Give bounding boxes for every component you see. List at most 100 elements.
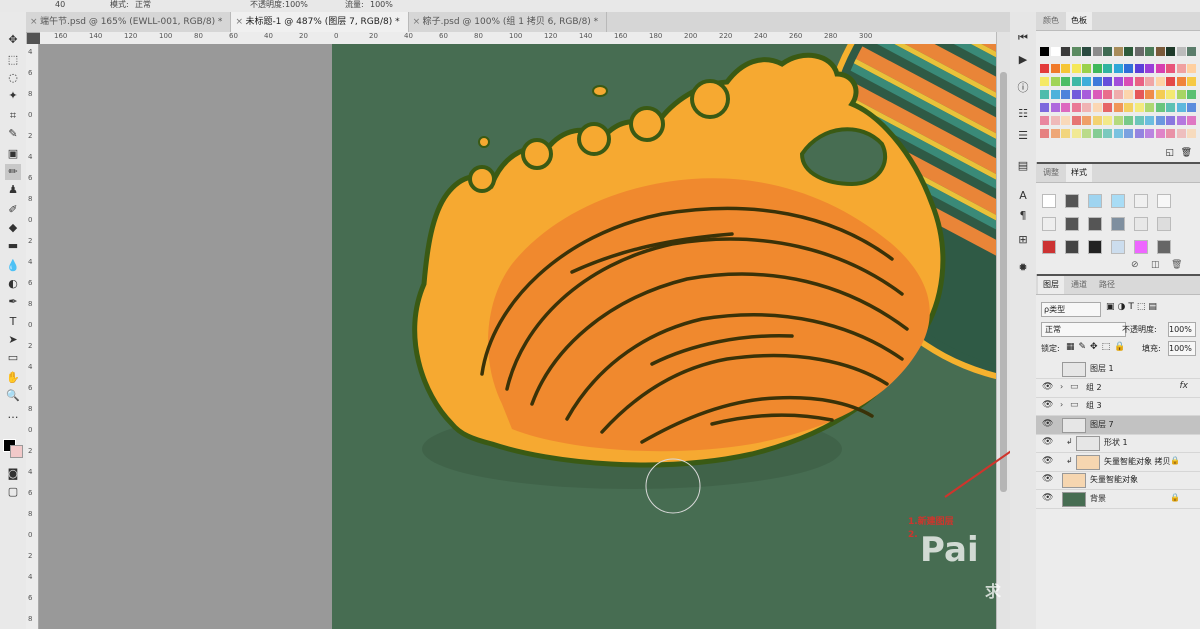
color-swatch[interactable]: [1145, 64, 1154, 73]
color-swatch[interactable]: [1113, 116, 1123, 125]
color-swatch[interactable]: [1176, 90, 1186, 99]
color-swatch[interactable]: [1071, 77, 1081, 86]
stamp-tool-icon[interactable]: ♟: [5, 182, 21, 198]
color-swatch[interactable]: [1124, 77, 1133, 86]
paragraph-icon[interactable]: ¶: [1015, 208, 1031, 224]
style-preset[interactable]: [1065, 217, 1079, 231]
color-swatch[interactable]: [1103, 129, 1112, 138]
style-preset[interactable]: [1065, 194, 1079, 208]
color-swatch[interactable]: [1082, 129, 1091, 138]
color-swatch[interactable]: [1061, 129, 1070, 138]
style-preset[interactable]: [1042, 194, 1056, 208]
color-swatch[interactable]: [1166, 116, 1175, 125]
style-preset[interactable]: [1134, 217, 1148, 231]
color-swatch[interactable]: [1187, 129, 1196, 138]
color-swatch[interactable]: [1155, 129, 1165, 138]
color-swatch[interactable]: [1113, 129, 1123, 138]
tab-swatches[interactable]: 色板: [1066, 12, 1092, 30]
color-swatch[interactable]: [1155, 90, 1165, 99]
color-swatch[interactable]: [1113, 47, 1123, 56]
color-swatch[interactable]: [1082, 47, 1091, 56]
adjust-sliders-icon[interactable]: ☰: [1015, 128, 1031, 144]
history-brush-icon[interactable]: ✐: [5, 202, 21, 218]
properties-icon[interactable]: ☷: [1015, 106, 1031, 122]
rectangle-tool-icon[interactable]: ▭: [5, 350, 21, 366]
color-swatch[interactable]: [1124, 64, 1133, 73]
color-swatch[interactable]: [1050, 103, 1060, 112]
color-swatch[interactable]: [1145, 90, 1154, 99]
delete-swatch-icon[interactable]: 🗑: [1181, 148, 1192, 158]
opacity-value[interactable]: 100%: [285, 0, 308, 10]
color-swatch[interactable]: [1176, 77, 1186, 86]
style-preset[interactable]: [1157, 217, 1171, 231]
fill-value[interactable]: 100%: [1168, 341, 1196, 356]
color-swatch[interactable]: [1113, 90, 1123, 99]
visibility-eye-icon[interactable]: 👁: [1042, 419, 1053, 429]
color-swatch[interactable]: [1187, 103, 1196, 112]
color-swatch[interactable]: [1103, 77, 1112, 86]
delete-style-icon[interactable]: 🗑: [1171, 260, 1182, 270]
style-preset[interactable]: [1042, 240, 1056, 254]
color-swatch[interactable]: [1134, 47, 1144, 56]
color-swatch[interactable]: [1050, 64, 1060, 73]
layer-row[interactable]: 图层 1: [1036, 360, 1200, 379]
layer-filter-icons[interactable]: ▣◑T⬚▤: [1106, 302, 1160, 312]
color-swatch[interactable]: [1176, 47, 1186, 56]
quick-mask-icon[interactable]: ◙: [5, 466, 21, 482]
color-swatch[interactable]: [1092, 47, 1102, 56]
close-icon[interactable]: ×: [30, 12, 38, 32]
color-swatch[interactable]: [1071, 103, 1081, 112]
layer-row[interactable]: 👁 图层 7: [1036, 415, 1200, 435]
color-swatch[interactable]: [1155, 47, 1165, 56]
color-swatch[interactable]: [1124, 116, 1133, 125]
path-select-tool-icon[interactable]: ➤: [5, 332, 21, 348]
color-swatch[interactable]: [1040, 90, 1049, 99]
layer-opacity-value[interactable]: 100%: [1168, 322, 1196, 337]
color-swatch[interactable]: [1040, 64, 1049, 73]
style-preset[interactable]: [1042, 217, 1056, 231]
more-tools-icon[interactable]: …: [5, 407, 21, 423]
color-swatch[interactable]: [1082, 90, 1091, 99]
blend-mode-select[interactable]: 正常: [1041, 322, 1126, 337]
style-preset[interactable]: [1157, 240, 1171, 254]
color-swatch[interactable]: [1050, 90, 1060, 99]
color-swatch[interactable]: [1092, 103, 1102, 112]
move-tool-icon[interactable]: ✥: [5, 32, 21, 48]
color-swatch[interactable]: [1155, 77, 1165, 86]
visibility-eye-icon[interactable]: 👁: [1042, 474, 1053, 484]
color-swatch[interactable]: [1103, 116, 1112, 125]
color-swatch[interactable]: [1134, 116, 1144, 125]
color-swatch[interactable]: [1187, 77, 1196, 86]
tab-zongzi[interactable]: × 粽子.psd @ 100% (组 1 拷贝 6, RGB/8) *: [409, 12, 608, 32]
color-swatch[interactable]: [1176, 116, 1186, 125]
gradient-tool-icon[interactable]: ▬: [5, 238, 21, 254]
brush-size-value[interactable]: 40: [55, 0, 65, 10]
color-swatch[interactable]: [1061, 103, 1070, 112]
layer-row[interactable]: 👁 ↲ 形状 1: [1036, 434, 1200, 453]
glyphs-icon[interactable]: ⊞: [1015, 232, 1031, 248]
dodge-tool-icon[interactable]: ◐: [5, 276, 21, 292]
color-swatch[interactable]: [1187, 90, 1196, 99]
color-swatch[interactable]: [1103, 64, 1112, 73]
healing-tool-icon[interactable]: ▣: [5, 146, 21, 162]
color-swatch[interactable]: [1061, 77, 1070, 86]
color-swatch[interactable]: [1040, 77, 1049, 86]
color-swatch[interactable]: [1092, 77, 1102, 86]
color-swatch[interactable]: [1071, 90, 1081, 99]
style-preset[interactable]: [1134, 240, 1148, 254]
style-preset[interactable]: [1111, 217, 1125, 231]
color-swatch[interactable]: [1187, 116, 1196, 125]
type-tool-icon[interactable]: T: [5, 314, 21, 330]
color-swatch[interactable]: [1134, 64, 1144, 73]
layer-row[interactable]: 👁 背景 🔒: [1036, 490, 1200, 509]
style-preset[interactable]: [1065, 240, 1079, 254]
color-swatch[interactable]: [1061, 116, 1070, 125]
hand-tool-icon[interactable]: ✋: [5, 370, 21, 386]
color-swatch[interactable]: [1082, 64, 1091, 73]
character-icon[interactable]: A: [1015, 188, 1031, 204]
style-preset[interactable]: [1157, 194, 1171, 208]
color-swatch[interactable]: [1166, 103, 1175, 112]
color-swatch[interactable]: [1145, 77, 1154, 86]
style-preset[interactable]: [1088, 194, 1102, 208]
lasso-tool-icon[interactable]: ◌: [5, 70, 21, 86]
